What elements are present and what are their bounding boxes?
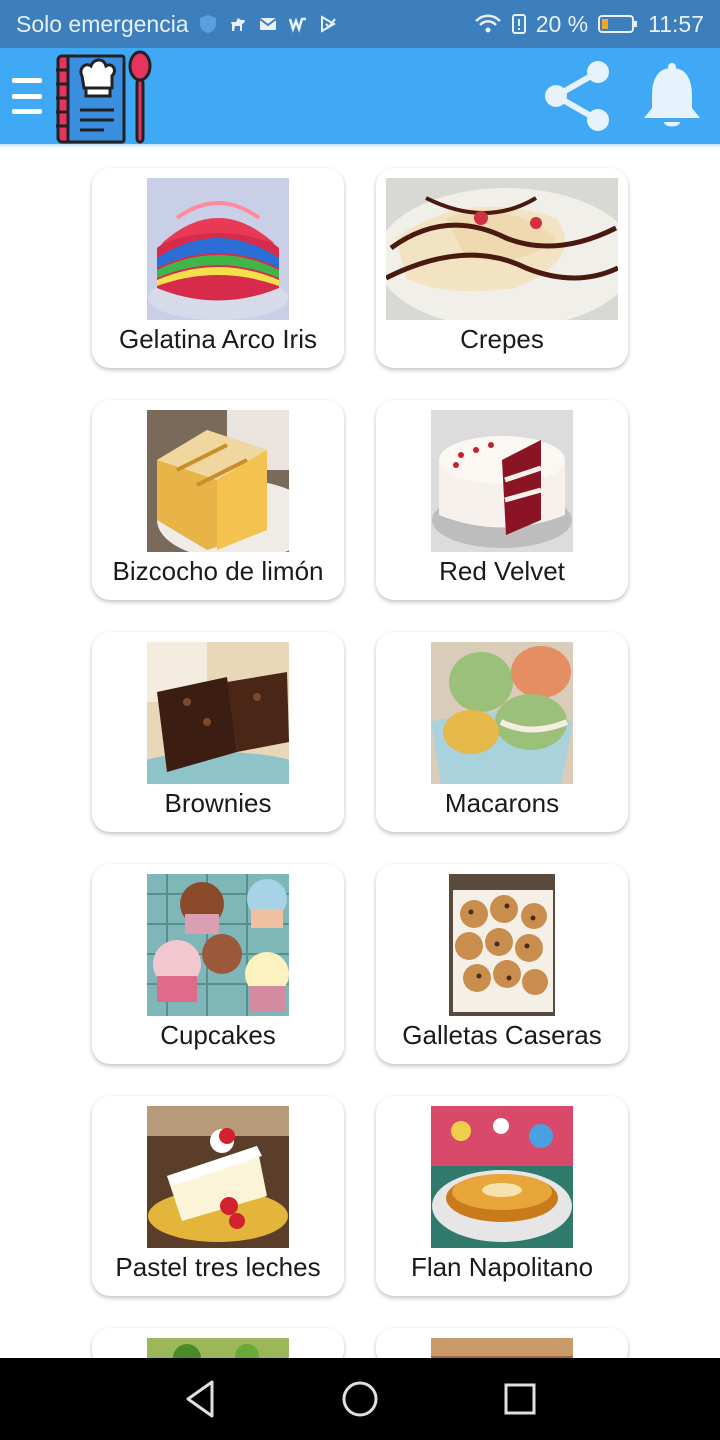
home-icon[interactable] [337, 1376, 383, 1422]
recipe-card[interactable]: Galletas Caseras [376, 864, 628, 1064]
rainbow-jelly-image [147, 178, 289, 320]
recipe-card[interactable]: Macarons [376, 632, 628, 832]
recipe-name: Bizcocho de limón [112, 556, 324, 586]
bell-icon[interactable] [640, 60, 704, 132]
recipe-card[interactable] [376, 1328, 628, 1358]
brownies-image [147, 642, 289, 784]
flan-image [431, 1106, 573, 1248]
mail-icon [259, 18, 277, 30]
red-velvet-cake-image [431, 410, 573, 552]
cookies-image [449, 874, 555, 1016]
recipe-name: Flan Napolitano [410, 1252, 594, 1282]
recipe-list: Gelatina Arco Iris Crepes Bizcocho de li… [0, 148, 720, 1358]
download-icon [320, 15, 336, 33]
wifi-icon [474, 14, 501, 33]
recipe-card[interactable]: Cupcakes [92, 864, 344, 1064]
cookbook-icon [56, 50, 152, 144]
recipe-card[interactable]: Bizcocho de limón [92, 400, 344, 600]
app-w-icon [288, 17, 306, 33]
back-icon[interactable] [178, 1376, 224, 1422]
sim-alert-icon [511, 14, 526, 34]
recipe-name: Brownies [164, 788, 272, 818]
lemon-cake-image [147, 410, 289, 552]
cupcakes-image [147, 874, 289, 1016]
recipe-name: Crepes [460, 324, 544, 354]
dessert-image [431, 1338, 573, 1358]
recipe-card[interactable]: Gelatina Arco Iris [92, 168, 344, 368]
tres-leches-cake-image [147, 1106, 289, 1248]
recipe-card[interactable]: Red Velvet [376, 400, 628, 600]
recipe-name: Cupcakes [160, 1020, 276, 1050]
clock: 11:57 [648, 10, 704, 37]
recipe-card[interactable] [92, 1328, 344, 1358]
recipe-card[interactable]: Brownies [92, 632, 344, 832]
recipe-card[interactable]: Pastel tres leches [92, 1096, 344, 1296]
recipe-name: Galletas Caseras [402, 1020, 602, 1050]
crepes-image [386, 178, 618, 320]
shield-icon [199, 15, 216, 33]
status-bar: Solo emergencia 20 % 11:57 [0, 0, 720, 48]
recents-icon[interactable] [497, 1376, 543, 1422]
dog-icon [230, 18, 245, 31]
recipe-name: Pastel tres leches [115, 1252, 321, 1282]
recipe-card[interactable]: Flan Napolitano [376, 1096, 628, 1296]
recipe-card[interactable]: Crepes [376, 168, 628, 368]
macarons-image [431, 642, 573, 784]
share-icon[interactable] [540, 58, 614, 134]
menu-icon[interactable] [12, 78, 42, 114]
carrier-text: Solo emergencia [16, 10, 189, 37]
salad-image [147, 1338, 289, 1358]
battery-icon [598, 15, 638, 33]
navigation-bar [0, 1358, 720, 1440]
recipe-name: Macarons [444, 788, 560, 818]
recipe-name: Red Velvet [439, 556, 565, 586]
battery-percent: 20 % [535, 10, 589, 37]
recipe-name: Gelatina Arco Iris [119, 324, 317, 354]
